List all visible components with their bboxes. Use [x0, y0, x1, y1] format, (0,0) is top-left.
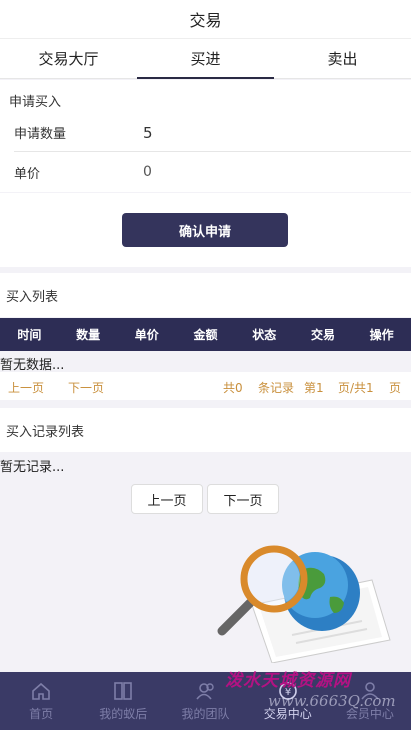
watermark-text: 泼水天城资源网: [225, 671, 351, 691]
quantity-row: 申请数量: [14, 114, 411, 152]
col-trade: 交易: [310, 328, 335, 342]
page-title: 交易: [0, 0, 411, 39]
buy-list-title: 买入列表: [0, 273, 411, 317]
prev-page-link[interactable]: 上一页: [8, 379, 44, 396]
buy-list-pager: 上一页 下一页 共0 条记录 第1 页/共1 页: [0, 372, 411, 400]
price-row: 单价: [14, 153, 411, 191]
nav-home[interactable]: 首页: [0, 672, 82, 730]
team-icon: [195, 683, 214, 700]
nav-my-queen[interactable]: 我的蚁后: [82, 672, 164, 730]
tab-sell[interactable]: 卖出: [274, 39, 411, 78]
price-label: 单价: [14, 166, 41, 182]
nav-my-queen-label: 我的蚁后: [99, 707, 148, 721]
empty-search-illustration: [217, 545, 391, 663]
page-suffix: 页: [389, 381, 402, 395]
record-list-title: 买入记录列表: [0, 408, 411, 452]
buy-form: 申请买入 申请数量 单价: [0, 80, 411, 192]
current-page: 第1: [304, 381, 324, 395]
col-status: 状态: [252, 328, 277, 342]
buy-list-header: 时间 数量 单价 金额 状态 交易 操作: [0, 318, 411, 351]
book-icon: [114, 682, 133, 700]
buy-list-empty: 暂无数据...: [0, 358, 65, 373]
record-next-button[interactable]: 下一页: [207, 484, 279, 514]
col-price: 单价: [134, 328, 159, 342]
tab-trading-hall[interactable]: 交易大厅: [0, 39, 137, 78]
confirm-button[interactable]: 确认申请: [122, 213, 288, 247]
quantity-label: 申请数量: [14, 127, 67, 142]
quantity-input[interactable]: [143, 123, 343, 142]
record-list-empty: 暂无记录...: [0, 460, 65, 475]
next-page-link[interactable]: 下一页: [68, 379, 104, 396]
col-amount: 金额: [193, 328, 218, 342]
col-action: 操作: [369, 328, 394, 342]
confirm-area: 确认申请: [0, 193, 411, 267]
record-prev-button[interactable]: 上一页: [131, 484, 203, 514]
page-title-text: 交易: [189, 11, 222, 30]
page-of: 页/共1: [338, 381, 374, 395]
form-title: 申请买入: [9, 95, 62, 110]
col-time: 时间: [17, 328, 42, 342]
home-icon: [32, 682, 50, 700]
nav-home-label: 首页: [29, 707, 54, 721]
total-unit: 条记录: [258, 381, 295, 395]
tab-bar: 交易大厅 买进 卖出: [0, 39, 411, 79]
nav-my-team-label: 我的团队: [181, 707, 230, 721]
tab-buy[interactable]: 买进: [137, 39, 274, 79]
price-input[interactable]: [143, 164, 343, 180]
total-count: 共0: [223, 381, 243, 395]
watermark-url: www.6663Q.com: [268, 692, 396, 710]
col-quantity: 数量: [76, 328, 101, 342]
